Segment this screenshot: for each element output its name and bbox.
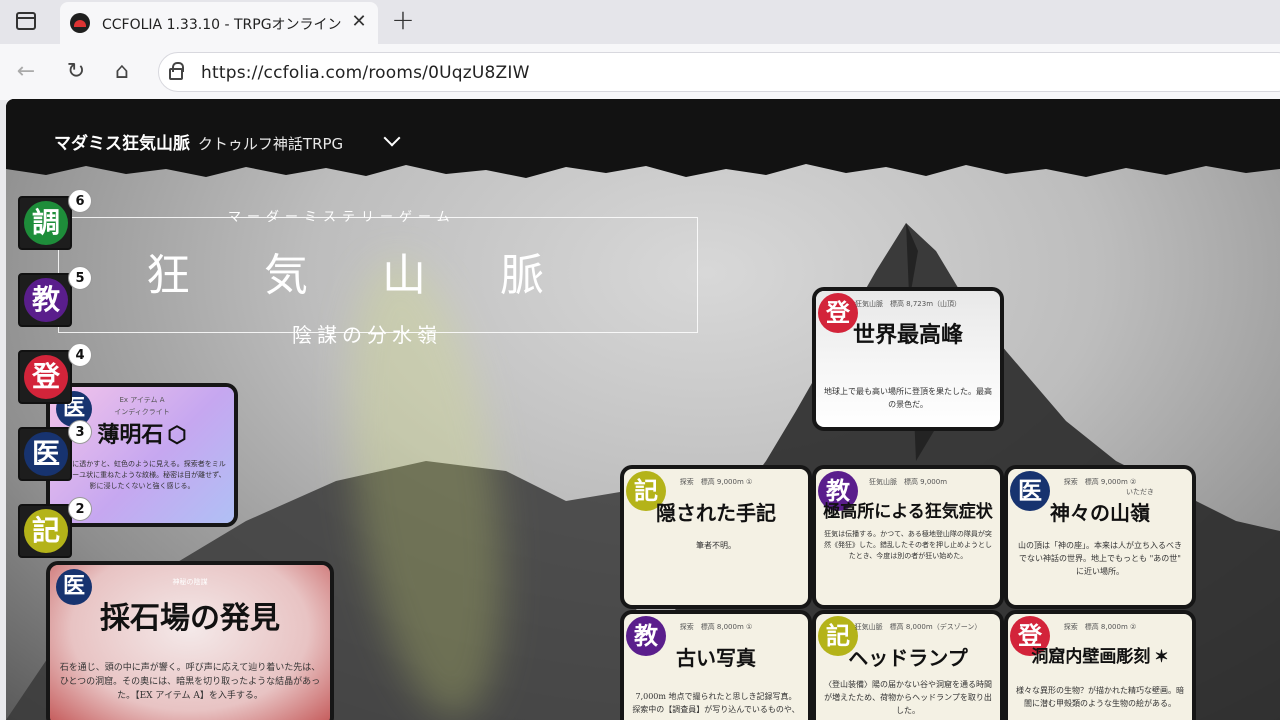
token-glyph: 記 bbox=[24, 509, 68, 553]
browser-tab-active[interactable]: CCFOLIA 1.33.10 - TRPGオンラインセ ✕ bbox=[60, 2, 378, 44]
card-meta: 探索 標高 8,000m ② bbox=[1063, 623, 1137, 631]
card-title: 採石場の発見 bbox=[100, 601, 280, 636]
banner-subtitle: 陰謀の分水嶺 bbox=[292, 323, 442, 347]
card-meta: 探索 標高 9,000m ② bbox=[1063, 478, 1137, 486]
card-title: 洞窟内壁画彫刻 ✶ bbox=[1008, 642, 1192, 667]
card-headlamp[interactable]: 記 狂気山脈 標高 8,000m（デスゾーン） ヘッドランプ 〈登山装備〉陽の届… bbox=[816, 614, 1000, 720]
card-summit[interactable]: 登 狂気山脈 標高 8,723m（山頂） 世界最高峰 地球上で最も高い場所に登頂… bbox=[816, 291, 1000, 427]
card-gods-ridge[interactable]: 医 探索 標高 9,000m ② いただき 神々の山嶺 山の頂は「神の座」。本来… bbox=[1008, 469, 1192, 605]
new-tab-button[interactable]: + bbox=[388, 6, 418, 36]
ccfolia-favicon-icon bbox=[70, 13, 90, 33]
card-meta: 探索 標高 9,000m ① bbox=[679, 478, 753, 486]
card-altitude-madness[interactable]: 教 狂気山脈 標高 9,000m 極高所による狂気症状 狂気は伝播する。かつて、… bbox=[816, 469, 1000, 605]
card-body: 狂気は伝播する。かつて、ある極地登山隊の隊員が突然《発狂》した。錯乱したその者を… bbox=[824, 530, 992, 560]
card-hidden-journal[interactable]: 記 探索 標高 9,000m ① 隠された手記 筆者不明。 bbox=[624, 469, 808, 605]
elder-sign-icon: ✶ bbox=[1154, 647, 1169, 667]
browser-nav-bar: ← ↻ ⌂ https://ccfolia.com/rooms/0UqzU8ZI… bbox=[0, 44, 1280, 100]
token-professor[interactable]: 教 5 bbox=[18, 266, 92, 327]
card-title-text: 洞窟内壁画彫刻 bbox=[1031, 647, 1151, 667]
reload-icon[interactable]: ↻ bbox=[62, 58, 90, 86]
address-bar[interactable]: https://ccfolia.com/rooms/0UqzU8ZIW bbox=[158, 52, 1280, 92]
card-title: 極高所による狂気症状 bbox=[823, 502, 993, 522]
card-title: 隠された手記 bbox=[656, 501, 776, 525]
token-glyph: 登 bbox=[24, 355, 68, 399]
home-icon[interactable]: ⌂ bbox=[108, 58, 136, 86]
tab-title: CCFOLIA 1.33.10 - TRPGオンラインセ bbox=[102, 17, 342, 33]
lock-icon[interactable] bbox=[169, 62, 184, 80]
card-title: ヘッドランプ bbox=[848, 646, 968, 670]
token-climber[interactable]: 登 4 bbox=[18, 343, 92, 404]
token-investigation[interactable]: 調 6 bbox=[18, 189, 92, 250]
token-count: 2 bbox=[68, 497, 92, 521]
card-meta: 狂気山脈 標高 9,000m bbox=[868, 478, 948, 486]
card-cave-mural[interactable]: 登 探索 標高 8,000m ② 洞窟内壁画彫刻 ✶ 様々な異形の生物？が描かれた… bbox=[1008, 614, 1192, 720]
card-ruby: インディクライト bbox=[114, 408, 170, 416]
card-meta: 狂気山脈 標高 8,723m（山頂） bbox=[854, 300, 962, 308]
token-count: 5 bbox=[68, 266, 92, 290]
card-body: 山の頂は「神の座」。本来は人が立ち入るべきでない神話の世界。地上でもっとも "あ… bbox=[1018, 541, 1182, 576]
card-body: 太陽に透かすと、虹色のように見える。探索者をミルフィーユ状に重ねたような紋様。秘… bbox=[58, 460, 226, 490]
d20-dice-icon: ⬡ bbox=[167, 422, 187, 448]
token-glyph: 教 bbox=[24, 278, 68, 322]
card-body: 〈登山装備〉陽の届かない谷や洞窟を通る時間が増えたため、荷物からヘッドランプを取… bbox=[824, 680, 992, 715]
url-text[interactable]: https://ccfolia.com/rooms/0UqzU8ZIW bbox=[201, 63, 530, 83]
token-count: 6 bbox=[68, 189, 92, 213]
card-body: 地球上で最も高い場所に登頂を果たした。最高の景色だ。 bbox=[824, 387, 992, 409]
window-menu-icon[interactable] bbox=[16, 12, 36, 30]
token-recorder[interactable]: 記 2 bbox=[18, 497, 92, 558]
banner-kicker: マーダーミステリーゲーム bbox=[228, 210, 456, 225]
token-count: 3 bbox=[68, 420, 92, 444]
card-body: 7,000m 地点で撮られたと思しき記録写真。探索中の【調査員】が写り込んでいる… bbox=[632, 692, 800, 714]
card-meta: 探索 標高 8,000m ① bbox=[679, 623, 753, 631]
token-count: 4 bbox=[68, 343, 92, 367]
token-glyph: 調 bbox=[24, 201, 68, 245]
token-doctor[interactable]: 医 3 bbox=[18, 420, 92, 481]
tab-close-icon[interactable]: ✕ bbox=[348, 11, 370, 33]
back-arrow-icon[interactable]: ← bbox=[12, 58, 40, 86]
chevron-down-icon[interactable] bbox=[383, 129, 401, 147]
card-meta: 狂気山脈 標高 8,000m（デスゾーン） bbox=[854, 623, 982, 631]
card-body: 様々な異形の生物？が描かれた精巧な壁画。暗闇に潜む甲殻類のような生物の絵がある。 bbox=[1016, 686, 1184, 708]
browser-tab-strip: CCFOLIA 1.33.10 - TRPGオンラインセ ✕ + bbox=[0, 0, 1280, 44]
card-meta: Ex アイテム A bbox=[119, 396, 165, 404]
card-title: 古い写真 bbox=[676, 646, 756, 670]
card-old-photo[interactable]: 教 探索 標高 8,000m ① 古い写真 7,000m 地点で撮られたと思しき… bbox=[624, 614, 808, 720]
token-glyph: 医 bbox=[24, 432, 68, 476]
card-body: 石を通じ、頭の中に声が響く。呼び声に応えて辿り着いた先は、ひとつの洞窟。その奥に… bbox=[59, 663, 321, 701]
card-meta: 神秘の陰謀 bbox=[172, 578, 208, 586]
banner-title: 狂気山脈 bbox=[146, 250, 618, 301]
card-body: 筆者不明。 bbox=[696, 541, 736, 550]
card-title: 神々の山嶺 bbox=[1050, 501, 1150, 525]
card-title-text: 薄明石 bbox=[97, 422, 164, 448]
card-ruby: いただき bbox=[1126, 488, 1154, 496]
card-quarry-discovery[interactable]: 医 神秘の陰謀 採石場の発見 石を通じ、頭の中に声が響く。呼び声に応えて辿り着い… bbox=[50, 565, 330, 720]
card-title: 世界最高峰 bbox=[852, 322, 963, 348]
ccfolia-app: マダミス狂気山脈 クトゥルフ神話TRPG マーダーミステリーゲーム 狂気山脈 陰… bbox=[6, 99, 1280, 720]
